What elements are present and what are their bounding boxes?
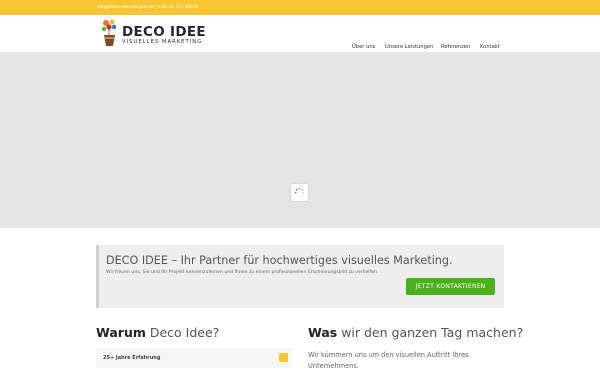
logo-icon[interactable]	[100, 18, 119, 48]
logo-title[interactable]: DECO IDEE	[122, 24, 206, 40]
cta-box: DECO IDEE – Ihr Partner für hochwertiges…	[96, 245, 504, 308]
why-heading-bold: Warum	[96, 325, 146, 340]
accordion-toggle-icon[interactable]	[279, 353, 288, 362]
site-header: DECO IDEE VISUELLES MARKETING Über uns U…	[0, 15, 600, 53]
accordion-item-label: 25+ Jahre Erfahrung	[103, 355, 161, 361]
cta-text: Wir freuen uns, Sie und Ihr Projekt kenn…	[106, 270, 379, 275]
logo-subtitle: VISUELLES MARKETING	[122, 39, 203, 45]
top-bar: info@deco-idee-beispiel.de | +49 (0) 123…	[0, 0, 600, 15]
what-heading-bold: Was	[308, 325, 338, 340]
contact-now-button[interactable]: JETZT KONTAKTIEREN	[406, 278, 495, 295]
why-heading: Warum Deco Idee?	[96, 325, 219, 340]
what-heading: Was wir den ganzen Tag machen?	[308, 325, 523, 340]
why-heading-rest: Deco Idee?	[145, 325, 220, 340]
spinner-icon	[294, 187, 305, 196]
accordion-item[interactable]: 25+ Jahre Erfahrung	[96, 348, 292, 368]
nav-leistungen[interactable]: Unsere Leistungen	[385, 44, 433, 50]
nav-referenzen[interactable]: Referenzen	[441, 44, 470, 50]
hero-slider	[0, 53, 600, 228]
what-text: Wir kümmern uns um den visuellen Auftrit…	[308, 351, 469, 370]
what-heading-rest: wir den ganzen Tag machen?	[337, 325, 524, 340]
nav-kontakt[interactable]: Kontakt	[480, 44, 500, 50]
contact-info[interactable]: info@deco-idee-beispiel.de | +49 (0) 123…	[97, 4, 198, 9]
cta-heading: DECO IDEE – Ihr Partner für hochwertiges…	[106, 254, 453, 267]
loading-spinner	[291, 184, 308, 201]
nav-ueber-uns[interactable]: Über uns	[352, 44, 375, 50]
